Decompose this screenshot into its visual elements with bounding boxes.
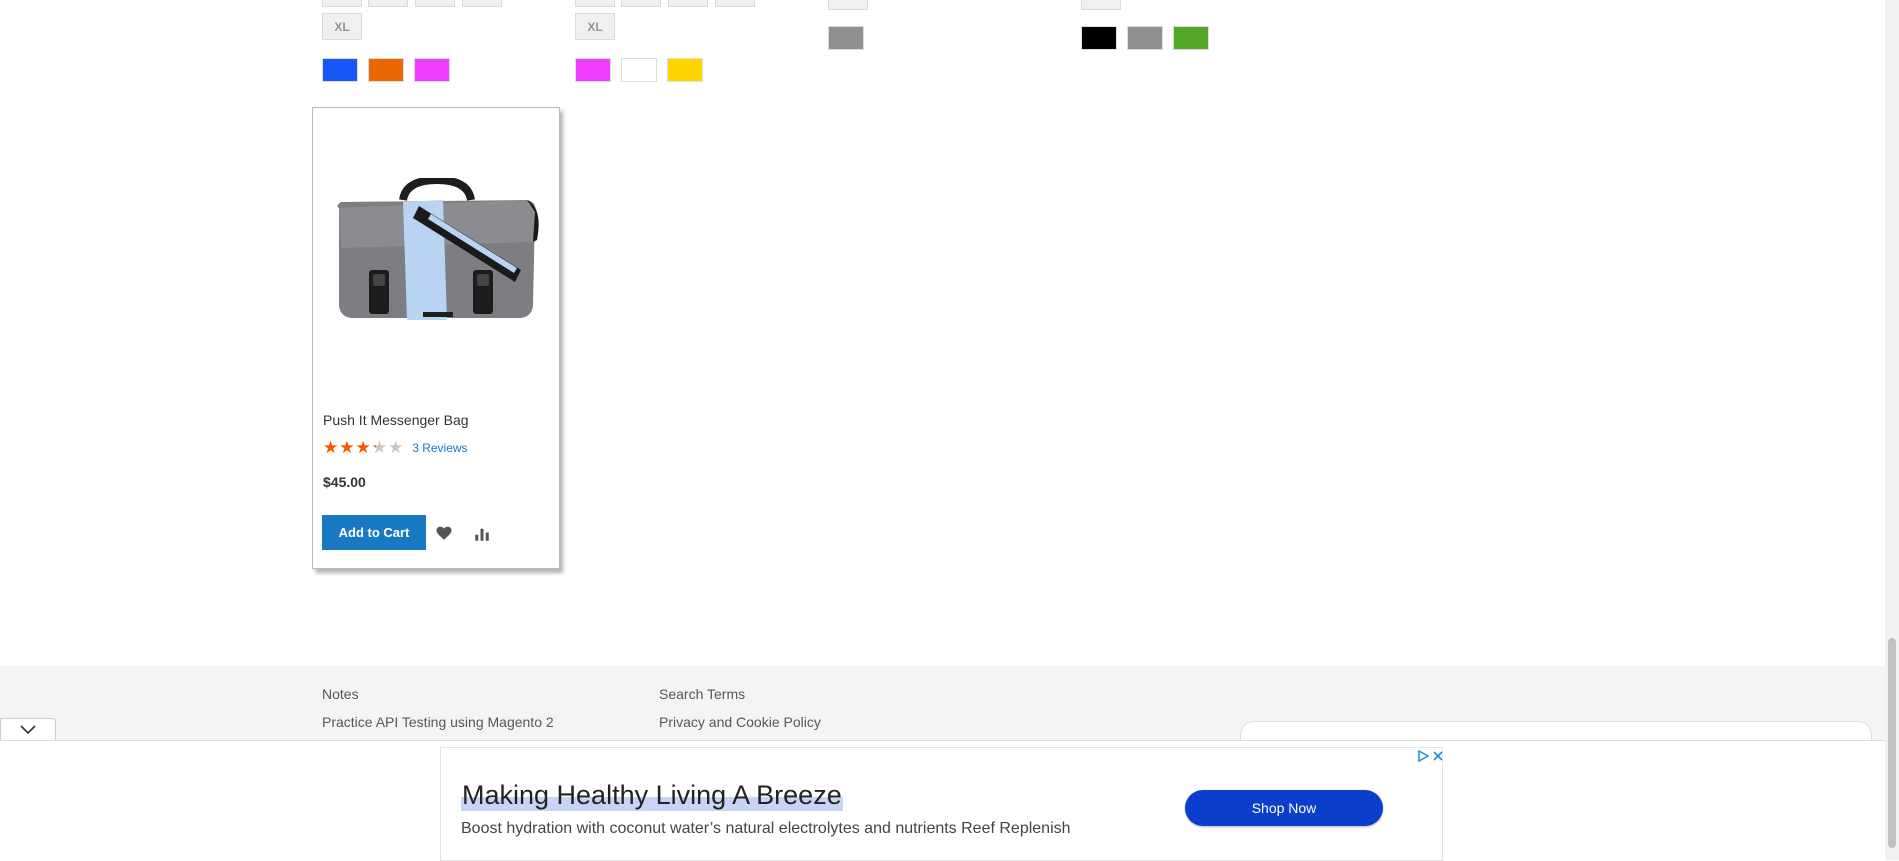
wishlist-heart-icon[interactable] bbox=[435, 524, 453, 542]
product-name[interactable]: Push It Messenger Bag bbox=[323, 412, 469, 428]
color-swatch-purple[interactable] bbox=[575, 58, 611, 82]
reviews-link[interactable]: 3 Reviews bbox=[412, 441, 467, 455]
footer-link-notes[interactable]: Notes bbox=[322, 686, 359, 702]
scrollbar-thumb[interactable] bbox=[1888, 638, 1896, 848]
ad-banner: Making Healthy Living A Breeze Boost hyd… bbox=[0, 740, 1885, 861]
size-swatch[interactable] bbox=[668, 0, 708, 7]
color-swatch-green[interactable] bbox=[1173, 26, 1209, 50]
footer-link-privacy[interactable]: Privacy and Cookie Policy bbox=[659, 714, 821, 730]
ad-headline[interactable]: Making Healthy Living A Breeze bbox=[461, 780, 843, 811]
product-price: $45.00 bbox=[323, 474, 366, 490]
footer-link-api-testing[interactable]: Practice API Testing using Magento 2 bbox=[322, 714, 554, 730]
color-swatch-blue[interactable] bbox=[322, 58, 358, 82]
shop-now-button[interactable]: Shop Now bbox=[1185, 790, 1383, 826]
add-to-cart-button[interactable]: Add to Cart bbox=[322, 515, 426, 550]
product-rating: ★★★★★ ★★★★★ 3 Reviews bbox=[323, 439, 468, 457]
color-swatch-black[interactable] bbox=[1081, 26, 1117, 50]
color-swatch-orange[interactable] bbox=[368, 58, 404, 82]
ad-collapse-button[interactable] bbox=[0, 718, 56, 740]
rating-stars-filled-icon: ★★★★★ bbox=[323, 439, 376, 457]
color-swatch-gray[interactable] bbox=[828, 26, 864, 50]
ad-description[interactable]: Boost hydration with coconut water’s nat… bbox=[461, 820, 1071, 838]
size-swatch[interactable] bbox=[1081, 0, 1121, 10]
adchoices-icon[interactable] bbox=[1416, 749, 1430, 763]
size-swatch[interactable] bbox=[715, 0, 755, 7]
close-icon[interactable] bbox=[1431, 749, 1445, 763]
size-swatch[interactable] bbox=[462, 0, 502, 7]
footer-link-search-terms[interactable]: Search Terms bbox=[659, 686, 745, 702]
size-swatch[interactable] bbox=[828, 0, 868, 10]
chevron-down-icon bbox=[20, 724, 36, 734]
size-swatch-xl[interactable]: XL bbox=[575, 13, 615, 40]
color-swatch-purple[interactable] bbox=[414, 58, 450, 82]
product-card[interactable]: Push It Messenger Bag ★★★★★ ★★★★★ 3 Revi… bbox=[312, 107, 560, 569]
color-swatch-gray[interactable] bbox=[1127, 26, 1163, 50]
size-swatch[interactable] bbox=[621, 0, 661, 7]
size-swatch[interactable] bbox=[368, 0, 408, 7]
size-swatch[interactable] bbox=[575, 0, 615, 7]
size-swatch[interactable] bbox=[415, 0, 455, 7]
size-swatch-xl[interactable]: XL bbox=[322, 13, 362, 40]
size-swatch[interactable] bbox=[322, 0, 362, 7]
color-swatch-yellow[interactable] bbox=[667, 58, 703, 82]
product-image[interactable] bbox=[331, 178, 543, 328]
ad-container[interactable]: Making Healthy Living A Breeze Boost hyd… bbox=[440, 747, 1443, 861]
compare-icon[interactable] bbox=[473, 525, 491, 543]
page-scrollbar[interactable] bbox=[1885, 0, 1899, 860]
color-swatch-white[interactable] bbox=[621, 58, 657, 82]
rating-stars: ★★★★★ ★★★★★ bbox=[323, 439, 404, 457]
